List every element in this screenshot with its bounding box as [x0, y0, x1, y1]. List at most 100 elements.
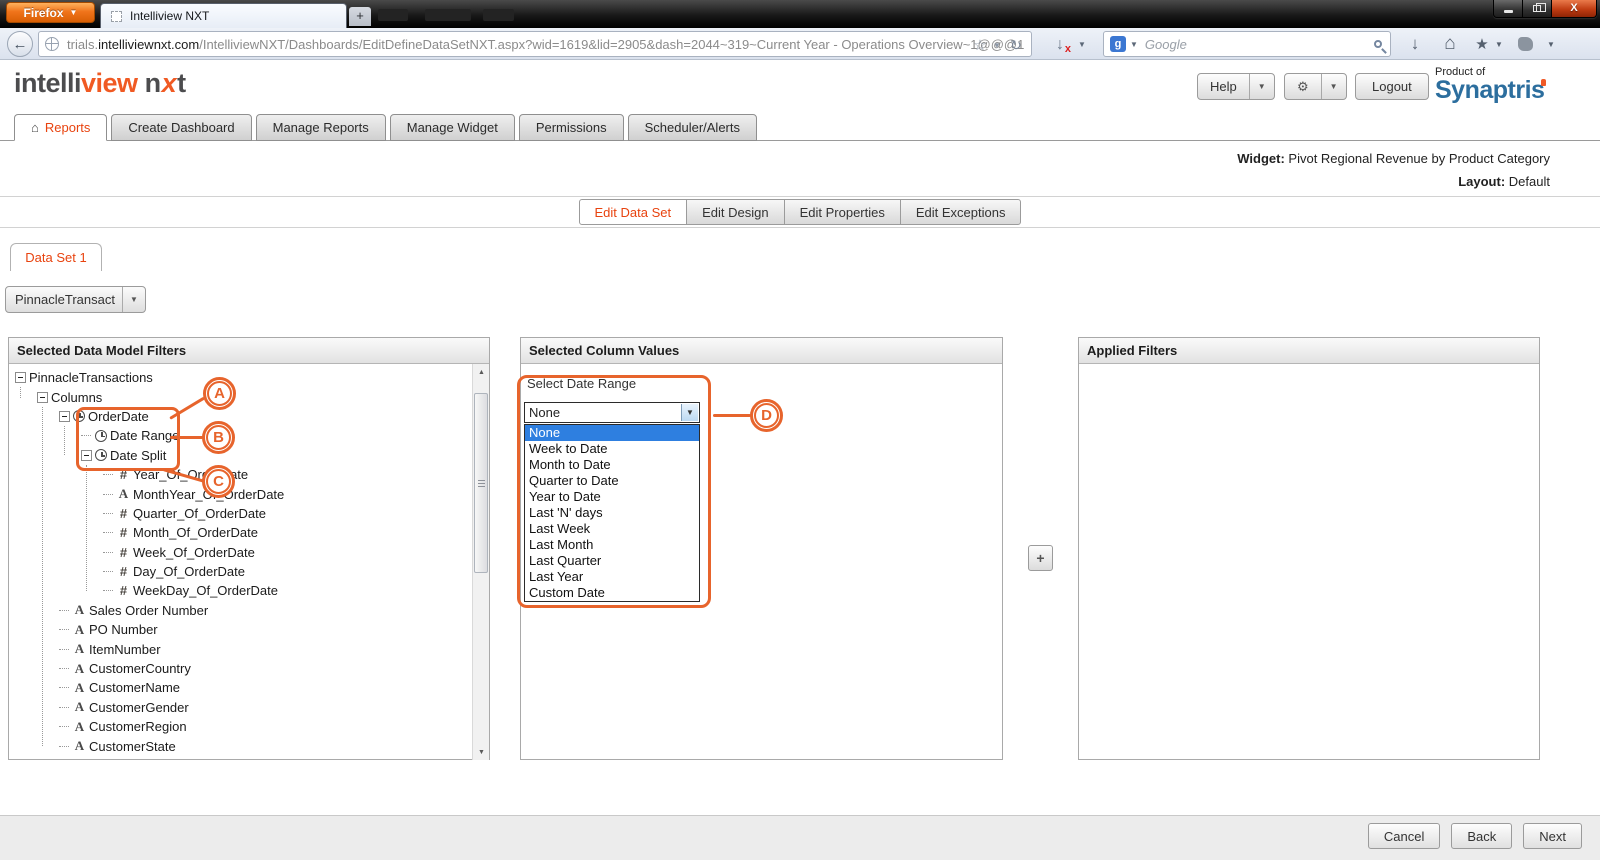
- tree-expander-icon[interactable]: [37, 392, 48, 403]
- settings-button[interactable]: ⚙ ▼: [1284, 73, 1347, 100]
- tree-item-year-of-orderdate[interactable]: # Year_Of_OrderDate: [9, 465, 472, 484]
- tab-scheduler-alerts[interactable]: Scheduler/Alerts: [628, 114, 757, 141]
- scrollbar[interactable]: ▲ ▼: [472, 364, 489, 760]
- reload-icon[interactable]: ↻: [1007, 32, 1025, 57]
- date-range-option-last-month[interactable]: Last Month: [525, 537, 699, 553]
- chevron-down-icon[interactable]: ▼: [1321, 74, 1346, 99]
- tree-item-itemnumber[interactable]: A ItemNumber: [9, 639, 472, 658]
- tree-stub: [81, 430, 92, 441]
- date-range-option-none[interactable]: None: [525, 425, 699, 441]
- tree-expander-icon[interactable]: [59, 411, 70, 422]
- edit-tab-edit-data-set[interactable]: Edit Data Set: [579, 199, 688, 225]
- tree-item-sales-order-number[interactable]: A Sales Order Number: [9, 601, 472, 620]
- minimize-button[interactable]: [1494, 0, 1523, 17]
- back-button[interactable]: Back: [1451, 823, 1512, 849]
- scrollbar-thumb[interactable]: [474, 393, 488, 573]
- menu-item-blob[interactable]: [425, 9, 471, 21]
- datasource-dropdown[interactable]: PinnacleTransact ▼: [5, 286, 146, 313]
- chevron-down-icon[interactable]: ▼: [991, 32, 1003, 57]
- tree-item-po-number[interactable]: A PO Number: [9, 620, 472, 639]
- tree-item-customercountry[interactable]: A CustomerCountry: [9, 659, 472, 678]
- cancel-button[interactable]: Cancel: [1368, 823, 1440, 849]
- tree-item-label: Year_Of_OrderDate: [133, 467, 248, 482]
- tab-create-dashboard[interactable]: Create Dashboard: [111, 114, 251, 141]
- bookmark-star-icon[interactable]: ☆: [971, 32, 989, 57]
- tree-item-monthyear-of-orderdate[interactable]: A MonthYear_Of_OrderDate: [9, 484, 472, 503]
- logout-button[interactable]: Logout: [1355, 73, 1429, 100]
- column-values-body: Select Date Range None ▼ NoneWeek to Dat…: [521, 364, 1002, 760]
- tree-expander-icon[interactable]: [15, 372, 26, 383]
- addon-icon[interactable]: [1518, 37, 1533, 51]
- home-icon[interactable]: ⌂: [1438, 32, 1462, 56]
- date-range-option-quarter-to-date[interactable]: Quarter to Date: [525, 473, 699, 489]
- tree-item-week-of-orderdate[interactable]: # Week_Of_OrderDate: [9, 543, 472, 562]
- date-range-option-last-n-days[interactable]: Last 'N' days: [525, 505, 699, 521]
- date-range-option-last-year[interactable]: Last Year: [525, 569, 699, 585]
- tree-item-day-of-orderdate[interactable]: # Day_Of_OrderDate: [9, 562, 472, 581]
- edit-tab-edit-design[interactable]: Edit Design: [686, 199, 784, 225]
- menu-item-blob[interactable]: [378, 9, 408, 21]
- tree-item-pinnacletransactions[interactable]: PinnacleTransactions: [9, 368, 472, 387]
- bookmarks-icon[interactable]: ★: [1472, 32, 1492, 56]
- tree-item-label: Quarter_Of_OrderDate: [133, 506, 266, 521]
- window-controls: X: [1493, 0, 1597, 18]
- tree-item-weekday-of-orderdate[interactable]: # WeekDay_Of_OrderDate: [9, 581, 472, 600]
- date-range-option-custom-date[interactable]: Custom Date: [525, 585, 699, 601]
- dataset-tab[interactable]: Data Set 1: [10, 243, 102, 271]
- tree-item-month-of-orderdate[interactable]: # Month_Of_OrderDate: [9, 523, 472, 542]
- search-engine-icon[interactable]: g: [1110, 36, 1126, 52]
- tree-item-icon: [95, 430, 107, 442]
- tree-item-customerregion[interactable]: A CustomerRegion: [9, 717, 472, 736]
- close-button[interactable]: X: [1552, 0, 1596, 17]
- url-bar[interactable]: trials.intelliviewnxt.com/IntelliviewNXT…: [38, 31, 1032, 57]
- scroll-down-button[interactable]: ▼: [473, 744, 489, 760]
- tree-expander-icon[interactable]: [81, 450, 92, 461]
- date-range-select[interactable]: None ▼: [524, 402, 700, 423]
- download-indicator-button[interactable]: ↓ x: [1048, 33, 1072, 56]
- footer-button-label: Cancel: [1384, 829, 1424, 844]
- chevron-down-icon[interactable]: ▼: [1544, 32, 1558, 56]
- scroll-up-button[interactable]: ▲: [473, 364, 489, 380]
- downloads-icon[interactable]: ↓: [1404, 32, 1426, 56]
- chevron-down-icon[interactable]: ▼: [1130, 40, 1138, 49]
- tree-item-date-range[interactable]: Date Range: [9, 426, 472, 445]
- chevron-down-icon[interactable]: ▼: [1249, 74, 1274, 99]
- chevron-down-icon[interactable]: ▼: [122, 287, 145, 312]
- date-range-option-last-quarter[interactable]: Last Quarter: [525, 553, 699, 569]
- select-arrow-icon[interactable]: ▼: [681, 404, 698, 421]
- date-range-option-year-to-date[interactable]: Year to Date: [525, 489, 699, 505]
- search-icon[interactable]: [1374, 40, 1382, 48]
- search-bar[interactable]: g ▼ Google: [1103, 31, 1391, 57]
- gear-icon: ⚙: [1285, 74, 1321, 99]
- tree-item-orderdate[interactable]: OrderDate: [9, 407, 472, 426]
- tree-item-label: PinnacleTransactions: [29, 370, 153, 385]
- date-range-option-month-to-date[interactable]: Month to Date: [525, 457, 699, 473]
- edit-tab-edit-exceptions[interactable]: Edit Exceptions: [900, 199, 1022, 225]
- next-button[interactable]: Next: [1523, 823, 1582, 849]
- edit-tab-edit-properties[interactable]: Edit Properties: [784, 199, 901, 225]
- tab-permissions[interactable]: Permissions: [519, 114, 624, 141]
- back-nav-button[interactable]: ←: [7, 31, 33, 57]
- browser-tab[interactable]: Intelliview NXT: [100, 3, 347, 28]
- tree-item-customergender[interactable]: A CustomerGender: [9, 698, 472, 717]
- firefox-menu-button[interactable]: Firefox ▼: [6, 2, 95, 23]
- tree-item-customerstate[interactable]: A CustomerState: [9, 736, 472, 755]
- chevron-down-icon[interactable]: ▼: [1493, 32, 1505, 56]
- tree-item-date-split[interactable]: Date Split: [9, 446, 472, 465]
- chevron-down-icon[interactable]: ▼: [1078, 40, 1086, 49]
- tab-manage-reports[interactable]: Manage Reports: [256, 114, 386, 141]
- tree-item-columns[interactable]: Columns: [9, 387, 472, 406]
- tree-item-quarter-of-orderdate[interactable]: # Quarter_Of_OrderDate: [9, 504, 472, 523]
- home-icon: ⌂: [31, 120, 39, 135]
- tree-item-customername[interactable]: A CustomerName: [9, 678, 472, 697]
- restore-button[interactable]: [1523, 0, 1552, 17]
- date-range-option-last-week[interactable]: Last Week: [525, 521, 699, 537]
- menu-item-blob[interactable]: [483, 9, 514, 21]
- new-tab-button[interactable]: +: [349, 7, 371, 26]
- tree-item-icon: A: [73, 719, 86, 735]
- tab-reports[interactable]: ⌂ Reports: [14, 114, 107, 141]
- help-button[interactable]: Help ▼: [1197, 73, 1275, 100]
- add-filter-button[interactable]: +: [1028, 545, 1053, 571]
- tab-manage-widget[interactable]: Manage Widget: [390, 114, 515, 141]
- date-range-option-week-to-date[interactable]: Week to Date: [525, 441, 699, 457]
